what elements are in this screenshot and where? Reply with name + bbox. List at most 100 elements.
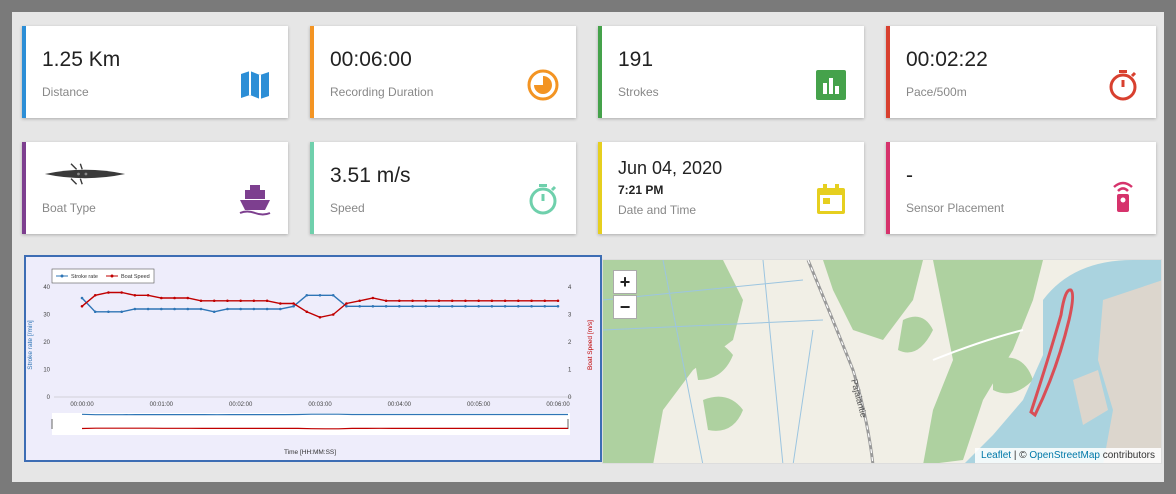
range-series-line — [81, 413, 568, 416]
map-attribution: Leaflet | © OpenStreetMap contributors — [975, 448, 1161, 463]
data-point — [305, 310, 309, 314]
y-axis-left-ticks: 0 10 20 30 40 — [43, 285, 50, 401]
pace-card: 00:02:22 Pace/500m — [886, 26, 1156, 118]
data-point — [239, 307, 242, 311]
x-tick-label: 00:02:00 — [229, 402, 253, 408]
data-point — [398, 299, 401, 303]
y-left-tick-label: 0 — [47, 395, 51, 401]
stroke-speed-chart: Stroke rate Boat Speed Stroke rate [/min… — [24, 255, 602, 462]
y-left-tick-label: 10 — [43, 368, 50, 374]
strokes-value: 191 — [618, 48, 654, 71]
data-point — [424, 304, 428, 308]
osm-link[interactable]: OpenStreetMap — [1029, 450, 1100, 461]
y-left-tick-label: 40 — [43, 285, 50, 291]
data-point — [331, 293, 335, 297]
data-point — [279, 307, 282, 311]
data-point — [107, 310, 110, 314]
data-point — [464, 299, 467, 303]
data-point — [477, 304, 480, 308]
dashboard: 1.25 Km Distance 00:06:00 Recording Dura… — [12, 12, 1164, 482]
data-point — [318, 293, 322, 297]
x-axis-ticks: 00:00:00 00:01:00 00:02:00 00:03:00 00:04:00… — [70, 402, 570, 408]
y-right-tick-label: 2 — [568, 340, 572, 346]
data-point — [107, 291, 110, 294]
data-point — [265, 307, 269, 311]
map-tiles: Pajalantie — [603, 260, 1161, 463]
bar-chart-icon — [816, 70, 846, 100]
x-tick-label: 00:01:00 — [150, 402, 174, 408]
boat-type-label: Boat Type — [42, 201, 96, 215]
data-point — [358, 304, 361, 308]
kayak-icon — [44, 163, 126, 185]
speed-card: 3.51 m/s Speed — [310, 142, 576, 234]
range-selector[interactable] — [52, 413, 570, 435]
zoom-in-button[interactable]: + — [613, 270, 637, 294]
data-point — [120, 310, 123, 314]
data-point — [358, 299, 361, 303]
y-right-tick-label: 0 — [568, 395, 572, 401]
leaflet-link[interactable]: Leaflet — [981, 450, 1011, 461]
data-point — [503, 299, 507, 303]
date-value: Jun 04, 2020 — [618, 158, 723, 178]
data-point — [226, 307, 229, 311]
data-point — [133, 293, 137, 297]
x-tick-label: 00:00:00 — [70, 402, 94, 408]
y-right-tick-label: 1 — [568, 368, 572, 374]
datetime-card: Jun 04, 2020 7:21 PM Date and Time — [598, 142, 864, 234]
data-point — [279, 302, 282, 305]
pie-timer-icon — [527, 69, 559, 101]
data-point — [252, 307, 256, 311]
data-point — [371, 296, 375, 300]
x-tick-label: 00:05:00 — [467, 402, 491, 408]
legend-speed-marker — [110, 274, 114, 278]
data-point — [411, 299, 414, 303]
y-left-tick-label: 30 — [43, 313, 50, 319]
data-point — [239, 299, 242, 303]
data-point — [450, 304, 454, 308]
data-point — [437, 304, 441, 308]
y-right-tick-label: 4 — [568, 285, 572, 291]
data-point — [490, 299, 494, 303]
zoom-out-button[interactable]: − — [613, 295, 637, 319]
legend-stroke-marker — [60, 274, 64, 278]
data-point — [437, 299, 441, 303]
data-point — [80, 296, 84, 300]
data-point — [186, 296, 190, 300]
data-point — [517, 299, 520, 303]
data-point — [543, 304, 547, 308]
y-axis-right-label: Boat Speed [m/s] — [587, 320, 594, 370]
data-point — [503, 304, 507, 308]
legend-speed-text: Boat Speed — [121, 274, 150, 280]
distance-card: 1.25 Km Distance — [22, 26, 288, 118]
sensor-label: Sensor Placement — [906, 201, 1005, 215]
data-point — [93, 293, 97, 297]
data-point — [384, 304, 388, 308]
datetime-label: Date and Time — [618, 203, 697, 217]
data-point — [212, 310, 216, 314]
route-map[interactable]: Pajalantie + − Leaflet | © OpenStreetMap… — [602, 259, 1162, 464]
pace-label: Pace/500m — [906, 85, 967, 99]
data-point — [133, 307, 137, 311]
data-point — [345, 302, 348, 305]
time-value: 7:21 PM — [618, 183, 664, 197]
calendar-icon — [817, 184, 845, 214]
sensor-card: - Sensor Placement — [886, 142, 1156, 234]
data-point — [212, 299, 216, 303]
y-axis-left-label: Stroke rate [/min] — [27, 320, 34, 370]
data-point — [120, 291, 123, 294]
stopwatch-icon — [1109, 70, 1137, 101]
ship-icon — [239, 185, 271, 216]
data-point — [226, 299, 229, 303]
strokes-label: Strokes — [618, 85, 659, 99]
range-series-line — [81, 427, 568, 430]
data-point — [199, 299, 203, 303]
boat-type-card: Boat Type — [22, 142, 288, 234]
data-point — [477, 299, 480, 303]
data-point — [305, 293, 309, 297]
data-point — [556, 299, 560, 303]
data-point — [450, 299, 454, 303]
duration-card: 00:06:00 Recording Duration — [310, 26, 576, 118]
data-point — [160, 296, 163, 300]
data-point — [398, 304, 401, 308]
data-point — [146, 307, 150, 311]
